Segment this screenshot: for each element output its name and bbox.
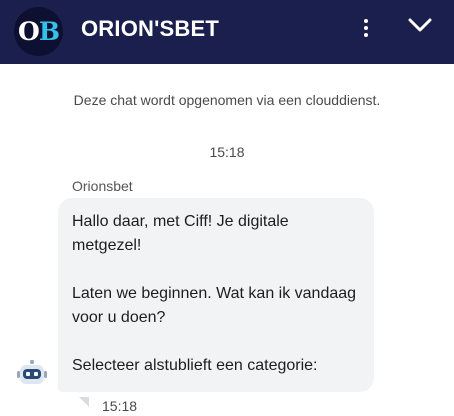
more-options-button[interactable] [352, 10, 380, 46]
bot-message-bubble: Hallo daar, met Ciff! Je digitale metgez… [58, 198, 374, 392]
message-time: 15:18 [102, 398, 138, 414]
chat-header: OB ORION'SBET [0, 0, 454, 64]
more-vertical-icon-dot [364, 26, 368, 30]
sender-name: Orionsbet [72, 178, 133, 194]
recording-notice: Deze chat wordt opgenomen via een cloudd… [73, 92, 381, 108]
robot-icon [17, 360, 47, 384]
brand-logo: OB [14, 7, 63, 56]
more-vertical-icon-dot [364, 33, 368, 37]
more-vertical-icon [364, 19, 368, 23]
chevron-down-icon[interactable] [404, 12, 436, 40]
message-paragraph: Selecteer alstublieft een categorie: [72, 357, 318, 374]
message-sent-icon [79, 397, 89, 407]
message-paragraph: Laten we beginnen. Wat kan ik vandaag vo… [72, 285, 357, 326]
app-title: ORION'SBET [81, 16, 220, 41]
conversation-timestamp: 15:18 [209, 144, 245, 160]
message-paragraph: Hallo daar, met Ciff! Je digitale metgez… [72, 213, 289, 254]
logo-text: OB [18, 17, 60, 46]
